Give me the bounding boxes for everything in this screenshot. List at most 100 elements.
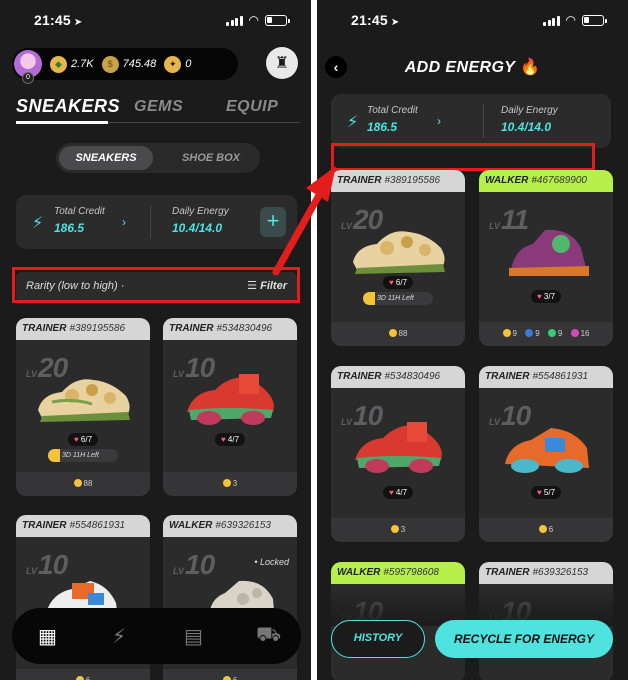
coin-icon <box>75 676 84 680</box>
active-tab-indicator <box>16 121 108 124</box>
sneakers-screen: 21:45 ➤ ◠ 0 ◆ 2.7K $745.48 ✦ 0 ♜ SNEAKERS G… <box>0 0 311 680</box>
chevron-right-icon[interactable]: › <box>437 114 441 128</box>
card-id: #595798608 <box>383 567 439 578</box>
total-credit-value: 186.5 <box>367 120 398 134</box>
lightning-icon: ⚡ <box>32 215 44 232</box>
card-foot-value: 6 <box>548 525 554 534</box>
credit-panel: ⚡ Total Credit 186.5 › Daily Energy 10.4… <box>331 94 611 148</box>
card-type: WALKER <box>337 567 381 578</box>
card-foot-value: 6 <box>86 676 90 680</box>
gem-coin-icon: ◆ <box>50 55 67 73</box>
gold-coin-icon: $ <box>101 55 119 73</box>
history-button[interactable]: HISTORY <box>331 620 425 658</box>
signal-icon <box>226 15 243 26</box>
highlight-empty-row <box>331 143 595 171</box>
card-type: TRAINER <box>22 520 67 531</box>
daily-energy-value: 10.4/14.0 <box>501 120 552 134</box>
tab-sneakers[interactable]: SNEAKERS <box>16 96 120 117</box>
card-id: #534830496 <box>384 371 441 382</box>
fire-icon: 🔥 <box>519 59 541 76</box>
timer-badge: 3D 11H Left <box>48 449 118 462</box>
card-id: #467689900 <box>531 175 587 186</box>
timer-badge: 3D 11H Left <box>363 292 433 305</box>
card-foot-value: 3 <box>400 525 406 534</box>
card-foot-value: 6 <box>233 676 237 680</box>
sneaker-image <box>38 379 130 422</box>
chevron-right-icon[interactable]: › <box>122 215 126 229</box>
currency-bar[interactable]: 0 ◆ 2.7K $745.48 ✦ 0 <box>12 48 238 84</box>
star-balance: 0 <box>185 58 192 70</box>
daily-energy-value: 10.4/14.0 <box>172 221 223 235</box>
coin-icon <box>222 479 231 487</box>
segment-sneakers[interactable]: SNEAKERS <box>59 146 153 170</box>
sneaker-image <box>355 422 442 473</box>
daily-energy-label: Daily Energy <box>501 105 558 116</box>
heart-icon: ♥ <box>388 488 394 497</box>
sneaker-card[interactable]: TRAINER #389195586 LV20 ♥ 6/7 3D 11H Left… <box>16 318 150 496</box>
bottom-nav: ▦ ⚡ ▤ ⛟ <box>12 608 301 664</box>
avatar[interactable]: 0 <box>14 50 42 84</box>
stat-luck: 9 <box>535 329 540 338</box>
card-type: TRAINER <box>485 567 530 578</box>
card-id: #639326153 <box>532 567 589 578</box>
card-type: TRAINER <box>169 323 214 334</box>
lives-value: 6/7 <box>395 278 408 287</box>
card-id: #639326153 <box>215 520 271 531</box>
gem-balance: 2.7K <box>71 58 94 70</box>
sneaker-card[interactable]: TRAINER #534830496 LV10 ♥ 4/7 3 <box>331 366 465 542</box>
grid-icon[interactable]: ▦ <box>38 624 57 649</box>
segment-shoe-box[interactable]: SHOE BOX <box>166 146 256 170</box>
sneaker-card[interactable]: TRAINER #534830496 LV10 ♥ 4/7 3 <box>163 318 297 496</box>
lightning-icon: ⚡ <box>347 114 359 131</box>
coin-icon <box>73 479 82 487</box>
heart-icon: ♥ <box>73 435 79 444</box>
sneaker-card[interactable]: TRAINER #389195586 LV20 ♥ 6/7 3D 11H Left… <box>331 170 465 346</box>
add-energy-button[interactable]: + <box>260 207 286 237</box>
inventory-segment: SNEAKERS SHOE BOX <box>56 143 260 173</box>
lives-badge: ♥ 4/7 <box>214 433 246 446</box>
card-type: TRAINER <box>22 323 67 334</box>
wifi-icon: ◠ <box>248 13 259 27</box>
lives-value: 5/7 <box>543 488 556 497</box>
tab-equip[interactable]: EQUIP <box>226 98 278 116</box>
card-type: WALKER <box>485 175 529 186</box>
clock: 21:45 <box>34 12 71 28</box>
lives-value: 6/7 <box>80 435 93 444</box>
heart-icon: ♥ <box>388 278 394 287</box>
comfort-icon <box>547 329 556 337</box>
sneaker-card[interactable]: TRAINER #554861931 LV10 ♥ 5/7 6 <box>479 366 613 542</box>
tab-gems[interactable]: GEMS <box>134 98 183 116</box>
sneaker-card[interactable]: WALKER #467689900 LV11 ♥ 3/7 9 9 9 16 <box>479 170 613 346</box>
recycle-for-energy-button[interactable]: RECYCLE FOR ENERGY <box>435 620 613 658</box>
card-type: TRAINER <box>485 371 530 382</box>
coin-icon <box>222 676 231 680</box>
card-id: #389195586 <box>69 323 126 334</box>
lives-value: 3/7 <box>543 292 556 301</box>
efficiency-icon <box>502 329 511 337</box>
lives-badge: ♥ 6/7 <box>67 433 99 446</box>
action-bar: HISTORY RECYCLE FOR ENERGY <box>317 610 628 670</box>
resilience-icon <box>570 329 579 337</box>
total-credit-label: Total Credit <box>54 206 105 217</box>
battery-icon <box>265 15 290 26</box>
lightning-nav-icon[interactable]: ⚡ <box>112 624 126 649</box>
daily-energy-label: Daily Energy <box>172 206 229 217</box>
coin-icon <box>388 329 397 337</box>
card-id: #554861931 <box>69 520 126 531</box>
card-id: #389195586 <box>384 175 441 186</box>
clock: 21:45 <box>351 12 388 28</box>
highlight-sort-filter <box>12 267 300 303</box>
cart-icon[interactable]: ⛟ <box>256 624 281 649</box>
location-icon: ➤ <box>390 17 400 28</box>
castle-button[interactable]: ♜ <box>266 47 298 79</box>
card-id: #554861931 <box>532 371 589 382</box>
total-credit-label: Total Credit <box>367 105 418 116</box>
sneaker-image <box>353 231 445 274</box>
signal-icon <box>543 15 560 26</box>
clipboard-icon[interactable]: ▤ <box>184 624 203 649</box>
card-type: TRAINER <box>337 175 382 186</box>
heart-icon: ♥ <box>536 488 542 497</box>
status-bar: 21:45 ➤ ◠ <box>317 12 628 32</box>
heart-icon: ♥ <box>220 435 226 444</box>
lives-value: 4/7 <box>227 435 240 444</box>
